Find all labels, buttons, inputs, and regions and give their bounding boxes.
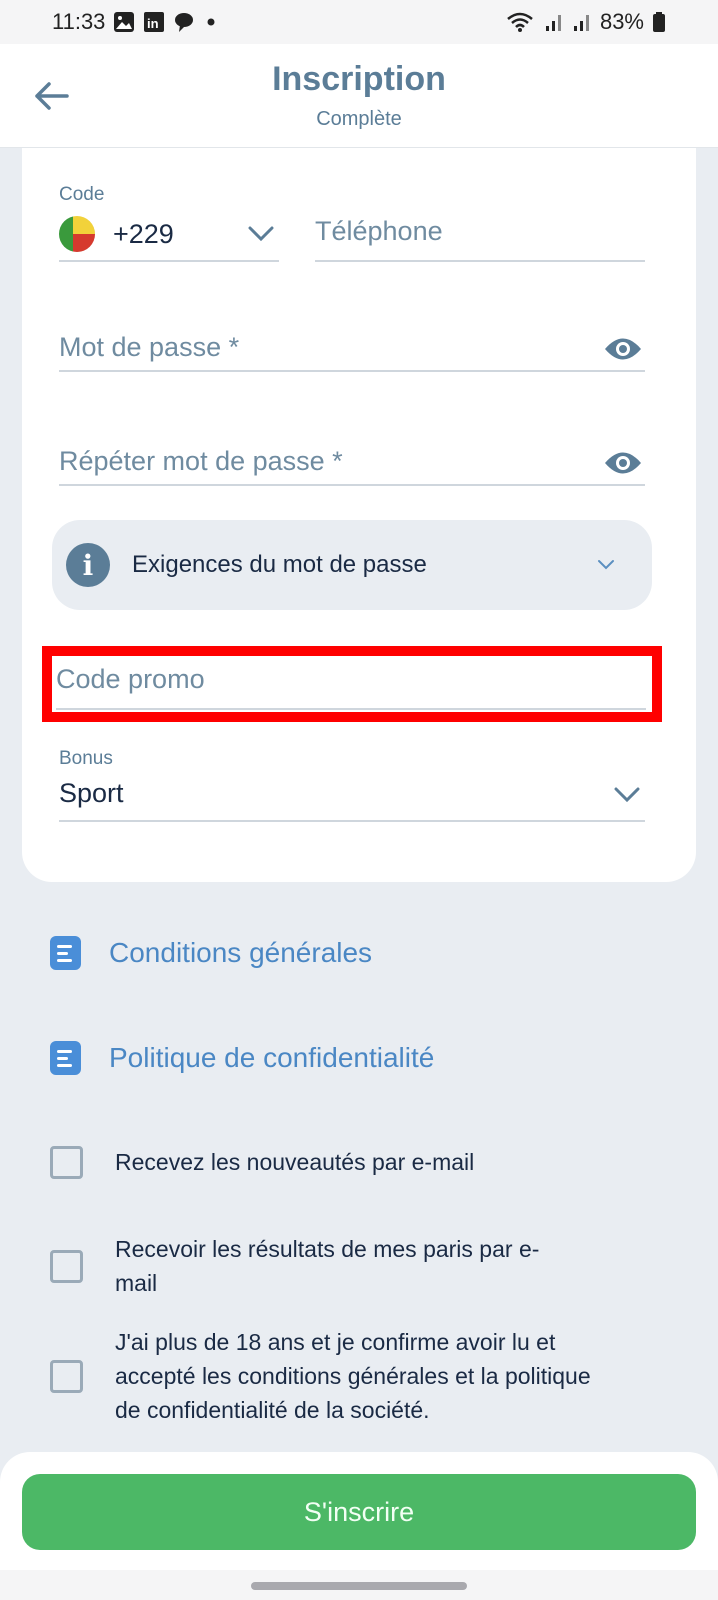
terms-link[interactable]: Conditions générales: [50, 936, 372, 970]
terms-link-label: Conditions générales: [109, 937, 373, 968]
info-icon: i: [66, 543, 110, 587]
bonus-label: Bonus: [59, 748, 113, 769]
benin-flag-icon: [59, 216, 95, 252]
dot-icon: [203, 11, 219, 33]
promo-code-input[interactable]: Code promo: [56, 656, 646, 710]
page-title: Inscription: [272, 60, 446, 98]
home-gesture-handle[interactable]: [251, 1582, 467, 1590]
privacy-link-label: Politique de confidentialité: [109, 1042, 435, 1073]
status-bar: 11:33 in 83%: [0, 0, 718, 44]
code-label: Code: [59, 184, 105, 205]
bet-results-checkbox[interactable]: [50, 1249, 83, 1283]
bonus-value: Sport: [59, 778, 124, 808]
app-header: Inscription Complète: [0, 44, 718, 148]
chat-bubble-icon: [173, 11, 195, 33]
bonus-select[interactable]: Bonus Sport: [59, 748, 645, 822]
document-icon: [50, 936, 81, 970]
promo-code-placeholder: Code promo: [56, 664, 205, 694]
age-terms-label: J'ai plus de 18 ans et je confirme avoir…: [115, 1329, 591, 1423]
age-terms-checkbox[interactable]: [50, 1359, 83, 1393]
country-code-select[interactable]: Code +229: [59, 184, 279, 262]
registration-form: Code +229 Téléphone Mot de passe * Répét…: [22, 148, 696, 882]
phone-input[interactable]: Téléphone: [315, 184, 645, 262]
linkedin-icon: in: [143, 11, 165, 33]
wifi-icon: [506, 11, 536, 33]
password-placeholder: Mot de passe *: [59, 332, 240, 362]
page-subtitle: Complète: [316, 108, 402, 130]
chevron-down-icon: [614, 787, 640, 803]
chevron-down-icon: [248, 226, 274, 242]
register-button[interactable]: S'inscrire: [22, 1474, 696, 1550]
phone-placeholder: Téléphone: [315, 216, 443, 246]
repeat-password-placeholder: Répéter mot de passe *: [59, 446, 343, 476]
chevron-down-icon: [598, 560, 614, 570]
country-code-value: +229: [113, 218, 174, 249]
eye-icon[interactable]: [603, 448, 643, 478]
gallery-icon: [113, 11, 135, 33]
document-icon: [50, 1041, 81, 1075]
eye-icon[interactable]: [603, 334, 643, 364]
newsletter-checkbox[interactable]: [50, 1145, 83, 1179]
repeat-password-input[interactable]: Répéter mot de passe *: [59, 418, 645, 486]
newsletter-label: Recevez les nouveautés par e-mail: [115, 1149, 475, 1175]
age-terms-checkbox-row[interactable]: J'ai plus de 18 ans et je confirme avoir…: [50, 1325, 610, 1427]
svg-text:in: in: [147, 16, 159, 31]
battery-icon: [652, 11, 666, 33]
status-time: 11:33: [52, 9, 106, 34]
password-requirements-label: Exigences du mot de passe: [132, 551, 427, 578]
password-input[interactable]: Mot de passe *: [59, 304, 645, 372]
password-requirements-toggle[interactable]: i Exigences du mot de passe: [52, 520, 652, 610]
bet-results-label: Recevoir les résultats de mes paris par …: [115, 1236, 540, 1296]
signal-icon: [572, 11, 592, 33]
signal-icon: [544, 11, 564, 33]
system-nav-bar: [0, 1570, 718, 1600]
battery-percent: 83%: [599, 9, 644, 34]
promo-code-highlight: Code promo: [42, 646, 662, 722]
privacy-policy-link[interactable]: Politique de confidentialité: [50, 1041, 434, 1075]
bottom-panel: S'inscrire: [0, 1452, 718, 1570]
bet-results-checkbox-row[interactable]: Recevoir les résultats de mes paris par …: [50, 1232, 610, 1300]
newsletter-checkbox-row[interactable]: Recevez les nouveautés par e-mail: [50, 1145, 610, 1179]
